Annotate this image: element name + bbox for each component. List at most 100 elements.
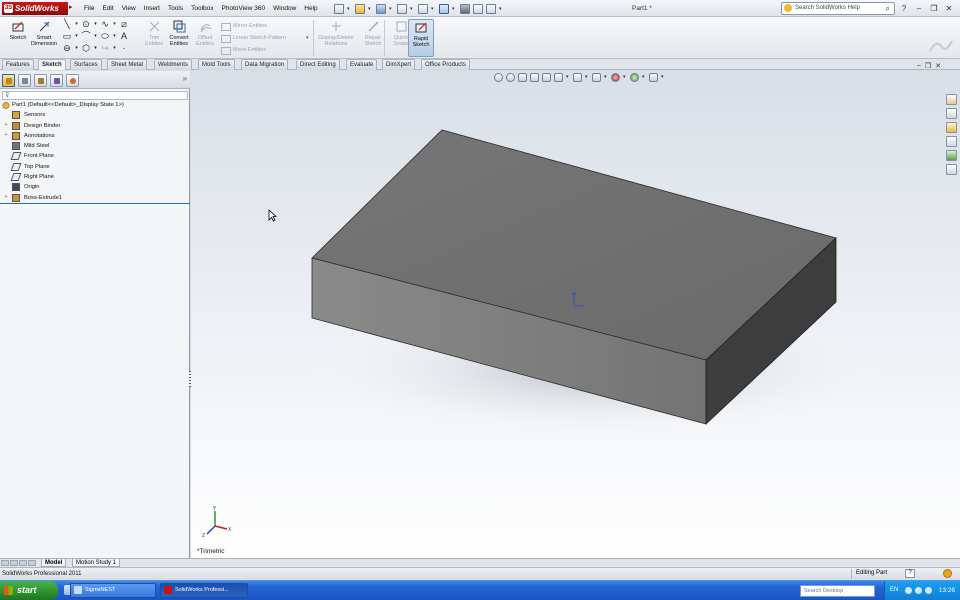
tab-surfaces[interactable]: Surfaces (70, 59, 102, 70)
prev-tab-icon[interactable] (10, 560, 18, 566)
hide-show-items-icon[interactable] (592, 72, 601, 82)
display-manager-tab[interactable] (66, 74, 79, 87)
fillet-dropdown-icon[interactable]: ▾ (112, 42, 117, 54)
feature-manager-tab[interactable] (2, 74, 15, 87)
rapid-sketch-button[interactable]: Rapid Sketch (408, 19, 434, 57)
tree-root[interactable]: Part1 (Default<<Default>_Display State 1… (0, 100, 190, 110)
undo-icon[interactable] (418, 3, 428, 14)
save-icon[interactable] (376, 3, 386, 14)
dynamic-annotation-icon[interactable] (542, 72, 551, 82)
viewport-minimize-icon[interactable]: – (917, 62, 921, 70)
menu-help[interactable]: Help (300, 0, 321, 17)
tree-item[interactable]: Origin (0, 182, 190, 192)
tab-office-products[interactable]: Office Products (421, 59, 470, 70)
options-dropdown-icon[interactable]: ▾ (499, 4, 504, 14)
select-icon[interactable] (439, 3, 449, 14)
spline-icon[interactable]: ∿ (100, 18, 110, 30)
slot-icon[interactable]: ⊖ (62, 42, 72, 54)
section-view-icon[interactable] (530, 72, 539, 82)
file-properties-icon[interactable] (473, 3, 483, 14)
minimize-icon[interactable]: – (913, 0, 925, 17)
status-help-icon[interactable]: ? (905, 569, 915, 578)
viewport-restore-icon[interactable]: ❐ (925, 62, 931, 70)
slot-dropdown-icon[interactable]: ▾ (74, 42, 79, 54)
print-dropdown-icon[interactable]: ▾ (410, 4, 415, 14)
line-icon[interactable]: ╲ (62, 18, 72, 30)
view-orientation-dropdown-icon[interactable]: ▾ (566, 73, 570, 82)
polygon-icon[interactable]: ⬡ (81, 42, 91, 54)
tray-volume-icon[interactable] (915, 587, 922, 594)
select-dropdown-icon[interactable]: ▾ (452, 4, 457, 14)
search-icon[interactable]: ⌕ (886, 3, 890, 14)
apply-scene-icon[interactable] (630, 72, 639, 82)
solidworks-logo[interactable]: 3S SolidWorks (2, 2, 68, 15)
hide-show-dropdown-icon[interactable]: ▾ (604, 73, 608, 82)
tree-item[interactable]: Right Plane (0, 172, 190, 182)
menu-tools[interactable]: Tools (164, 0, 187, 17)
desktop-search-box[interactable]: Search Desktop (800, 585, 875, 597)
display-style-dropdown-icon[interactable]: ▾ (585, 73, 589, 82)
rectangle-icon[interactable]: ▭ (62, 30, 72, 42)
help-search-box[interactable]: Search SolidWorks Help ⌕ (781, 2, 895, 15)
polygon-dropdown-icon[interactable]: ▾ (93, 42, 98, 54)
tab-weldments[interactable]: Weldments (154, 59, 192, 70)
circle-dropdown-icon[interactable]: ▾ (93, 18, 98, 30)
tree-item[interactable]: + Boss-Extrude1 (0, 193, 190, 203)
language-indicator[interactable]: EN (890, 581, 898, 600)
menu-file[interactable]: File (80, 0, 98, 17)
tree-filter-box[interactable]: ⊽ (2, 91, 188, 100)
search-tab-icon[interactable] (946, 136, 957, 147)
taskbar-item-sigmanest[interactable]: SigmaNEST (70, 583, 156, 598)
tab-mold-tools[interactable]: Mold Tools (198, 59, 235, 70)
undo-dropdown-icon[interactable]: ▾ (431, 4, 436, 14)
logo-menu-arrow-icon[interactable]: ▸ (69, 3, 73, 11)
spline-dropdown-icon[interactable]: ▾ (112, 18, 117, 30)
file-explorer-icon[interactable] (946, 122, 957, 133)
tree-item[interactable]: + Design Binder (0, 121, 190, 131)
print-icon[interactable] (397, 3, 407, 14)
menu-edit[interactable]: Edit (98, 0, 117, 17)
tray-network-icon[interactable] (905, 587, 912, 594)
property-manager-tab[interactable] (18, 74, 31, 87)
new-dropdown-icon[interactable]: ▾ (347, 4, 352, 14)
zoom-to-fit-icon[interactable] (494, 72, 503, 82)
tab-data-migration[interactable]: Data Migration (241, 59, 289, 70)
smart-dimension-button[interactable]: Smart Dimension (27, 19, 61, 57)
offset-entities-button[interactable]: Offset Entities (188, 19, 222, 57)
tree-item[interactable]: Top Plane (0, 162, 190, 172)
help-question-icon[interactable]: ? (898, 0, 910, 17)
menu-photoview[interactable]: PhotoView 360 (218, 0, 270, 17)
zoom-to-area-icon[interactable] (506, 72, 515, 82)
point-icon[interactable]: · (119, 42, 129, 54)
previous-view-icon[interactable] (518, 72, 527, 82)
tab-evaluate[interactable]: Evaluate (346, 59, 378, 70)
text-icon[interactable]: A (119, 30, 129, 42)
rollback-bar[interactable] (0, 203, 190, 204)
tab-model[interactable]: Model (41, 559, 67, 567)
trim-small-icon[interactable]: ⧄ (119, 18, 129, 30)
scene-dropdown-icon[interactable]: ▾ (642, 73, 646, 82)
appearance-dropdown-icon[interactable]: ▾ (623, 73, 627, 82)
view-settings-dropdown-icon[interactable]: ▾ (661, 73, 665, 82)
restore-icon[interactable]: ❐ (928, 0, 940, 17)
graphics-area[interactable]: Y X Z (191, 71, 960, 558)
arc-icon[interactable]: ⌒ (81, 30, 91, 42)
line-dropdown-icon[interactable]: ▾ (74, 18, 79, 30)
options-icon[interactable] (486, 3, 496, 14)
dimxpert-manager-tab[interactable] (50, 74, 63, 87)
rectangle-dropdown-icon[interactable]: ▾ (74, 30, 79, 42)
tray-security-icon[interactable] (925, 587, 932, 594)
tab-dimxpert[interactable]: DimXpert (382, 59, 416, 70)
menu-insert[interactable]: Insert (140, 0, 164, 17)
view-palette-icon[interactable] (946, 150, 957, 161)
linear-sketch-pattern-button[interactable]: Linear Sketch Pattern (220, 32, 312, 44)
first-tab-icon[interactable] (1, 560, 9, 566)
start-button[interactable]: start (0, 581, 58, 600)
tab-direct-editing[interactable]: Direct Editing (296, 59, 340, 70)
ellipse-dropdown-icon[interactable]: ▾ (112, 30, 117, 42)
solidworks-resources-icon[interactable] (946, 94, 957, 105)
next-tab-icon[interactable] (19, 560, 27, 566)
fillet-icon[interactable]: ↪ (100, 42, 110, 54)
display-delete-relations-button[interactable]: Display/Delete Relations (316, 19, 356, 57)
save-dropdown-icon[interactable]: ▾ (389, 4, 394, 14)
